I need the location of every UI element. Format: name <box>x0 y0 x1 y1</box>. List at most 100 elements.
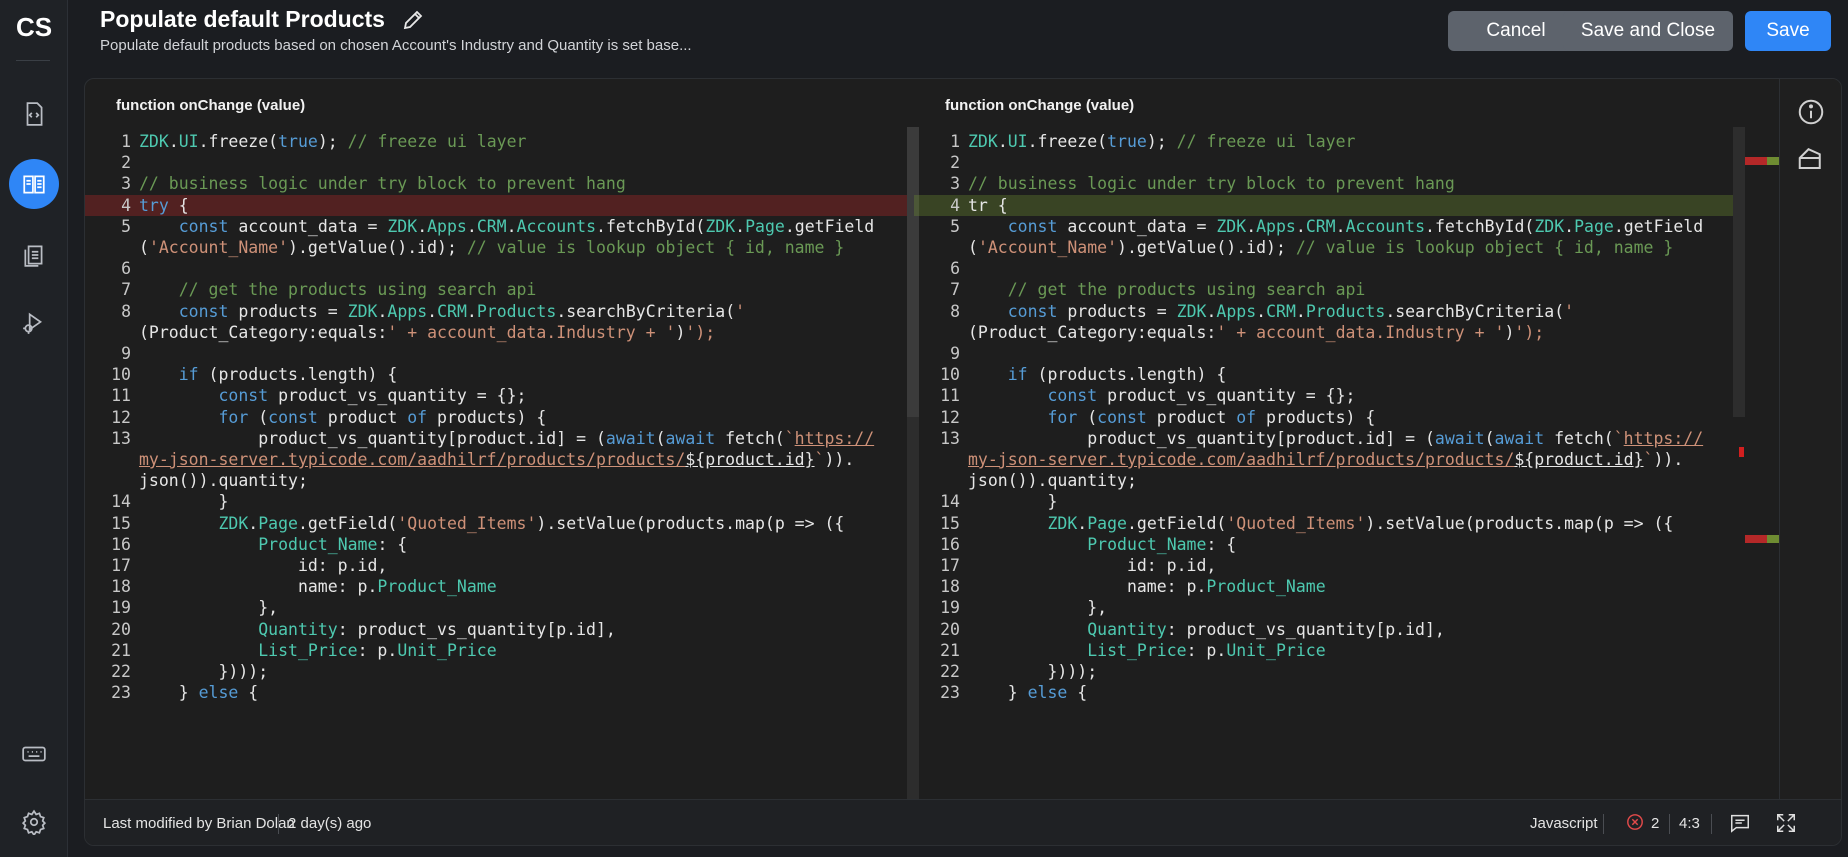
code-line[interactable]: Quantity: product_vs_quantity[p.id], <box>139 619 616 640</box>
code-line[interactable]: my-json-server.typicode.com/aadhilrf/pro… <box>139 449 854 470</box>
line-number: 14 <box>111 492 131 512</box>
line-number: 17 <box>111 556 131 575</box>
info-icon[interactable] <box>1796 97 1826 127</box>
code-line[interactable]: name: p.Product_Name <box>139 576 497 597</box>
line-number: 5 <box>121 216 131 236</box>
line-number <box>85 237 131 258</box>
line-number: 21 <box>940 640 960 660</box>
line-number <box>914 449 960 470</box>
line-number: 4 <box>121 195 131 215</box>
line-number: 15 <box>940 513 960 533</box>
diff-editor: function onChange (value) function onCha… <box>84 78 1842 846</box>
code-line[interactable]: if (products.length) { <box>968 364 1227 385</box>
line-number: 17 <box>940 556 960 575</box>
line-number: 9 <box>950 344 960 363</box>
line-number <box>914 237 960 258</box>
language-mode[interactable]: Javascript <box>1530 815 1598 832</box>
bug-run-icon[interactable] <box>9 298 59 348</box>
code-line[interactable]: product_vs_quantity[product.id] = (await… <box>968 428 1703 449</box>
code-line[interactable]: // business logic under try block to pre… <box>968 173 1455 194</box>
line-number: 18 <box>111 577 131 597</box>
code-line[interactable]: // get the products using search api <box>968 279 1366 300</box>
error-count[interactable]: 2 <box>1651 815 1659 832</box>
code-line[interactable]: Product_Name: { <box>139 534 407 555</box>
line-number: 8 <box>121 301 131 321</box>
code-line[interactable]: ('Account_Name').getValue().id); // valu… <box>968 237 1673 258</box>
code-line[interactable]: } else { <box>968 682 1088 703</box>
code-line[interactable]: ZDK.Page.getField('Quoted_Items').setVal… <box>968 513 1673 534</box>
code-line[interactable]: Product_Name: { <box>968 534 1236 555</box>
save-button[interactable]: Save <box>1745 11 1831 51</box>
code-line[interactable]: }, <box>139 597 278 618</box>
added-line-highlight <box>914 194 1734 216</box>
code-line[interactable]: name: p.Product_Name <box>968 576 1326 597</box>
line-number: 7 <box>950 280 960 300</box>
line-number: 10 <box>111 365 131 385</box>
save-and-close-button[interactable]: Save and Close <box>1563 11 1733 51</box>
code-line[interactable]: // get the products using search api <box>139 279 537 300</box>
documents-icon[interactable] <box>9 230 59 280</box>
code-line[interactable]: tr { <box>968 195 1008 216</box>
error-circle-icon[interactable] <box>1626 813 1644 835</box>
code-line[interactable]: my-json-server.typicode.com/aadhilrf/pro… <box>968 449 1683 470</box>
code-line[interactable]: List_Price: p.Unit_Price <box>968 640 1325 661</box>
line-number: 2 <box>121 153 131 173</box>
fullscreen-icon[interactable] <box>1775 812 1797 838</box>
code-line[interactable]: id: p.id, <box>968 555 1216 576</box>
left-function-header: function onChange (value) <box>116 97 306 114</box>
status-divider <box>1711 814 1712 834</box>
line-number: 13 <box>940 428 960 448</box>
line-number: 12 <box>940 407 960 427</box>
right-scrollbar-thumb[interactable] <box>1733 127 1745 417</box>
keyboard-icon[interactable] <box>9 729 59 779</box>
gear-icon[interactable] <box>9 797 59 847</box>
code-line[interactable]: (Product_Category:equals:' + account_dat… <box>968 322 1544 343</box>
pencil-icon[interactable] <box>401 8 425 32</box>
line-number: 20 <box>940 619 960 639</box>
code-line[interactable]: json()).quantity; <box>139 470 308 491</box>
code-line[interactable]: product_vs_quantity[product.id] = (await… <box>139 428 874 449</box>
eraser-icon[interactable] <box>1796 143 1826 173</box>
code-line[interactable]: const products = ZDK.Apps.CRM.Products.s… <box>968 301 1574 322</box>
comment-icon[interactable] <box>1729 812 1751 838</box>
line-number: 22 <box>111 662 131 681</box>
line-number: 18 <box>940 577 960 597</box>
code-line[interactable]: id: p.id, <box>139 555 387 576</box>
code-line[interactable]: for (const product of products) { <box>139 407 546 428</box>
code-line[interactable]: }, <box>968 597 1107 618</box>
code-line[interactable]: try { <box>139 195 189 216</box>
line-number: 2 <box>950 153 960 173</box>
code-line[interactable]: ('Account_Name').getValue().id); // valu… <box>139 237 844 258</box>
code-line[interactable]: const account_data = ZDK.Apps.CRM.Accoun… <box>968 216 1703 237</box>
line-number: 19 <box>940 598 960 618</box>
code-line[interactable]: const products = ZDK.Apps.CRM.Products.s… <box>139 301 745 322</box>
code-line[interactable]: } <box>968 491 1057 512</box>
code-line[interactable]: (Product_Category:equals:' + account_dat… <box>139 322 715 343</box>
code-line[interactable]: for (const product of products) { <box>968 407 1375 428</box>
book-icon[interactable] <box>9 159 59 209</box>
line-number: 23 <box>111 683 131 703</box>
line-number: 11 <box>940 386 960 406</box>
code-line[interactable]: if (products.length) { <box>139 364 398 385</box>
code-line[interactable]: ZDK.UI.freeze(true); // freeze ui layer <box>968 131 1355 152</box>
code-line[interactable]: const account_data = ZDK.Apps.CRM.Accoun… <box>139 216 874 237</box>
line-number <box>914 470 960 491</box>
code-line[interactable]: json()).quantity; <box>968 470 1137 491</box>
original-code-pane[interactable]: 1 ZDK.UI.freeze(true); // freeze ui layer… <box>85 127 907 799</box>
code-file-icon[interactable] <box>9 89 59 139</box>
code-line[interactable]: ZDK.UI.freeze(true); // freeze ui layer <box>139 131 526 152</box>
code-line[interactable]: } <box>139 491 228 512</box>
code-line[interactable]: const product_vs_quantity = {}; <box>968 385 1355 406</box>
code-line[interactable]: } else { <box>139 682 259 703</box>
line-number: 22 <box>940 662 960 681</box>
code-line[interactable]: const product_vs_quantity = {}; <box>139 385 526 406</box>
cursor-position[interactable]: 4:3 <box>1679 815 1700 832</box>
code-line[interactable]: List_Price: p.Unit_Price <box>139 640 496 661</box>
modified-code-pane[interactable]: 1 ZDK.UI.freeze(true); // freeze ui layer… <box>914 127 1819 799</box>
code-line[interactable]: // business logic under try block to pre… <box>139 173 626 194</box>
code-line[interactable]: }))); <box>139 661 268 682</box>
code-line[interactable]: Quantity: product_vs_quantity[p.id], <box>968 619 1445 640</box>
line-number <box>85 322 131 343</box>
code-line[interactable]: }))); <box>968 661 1097 682</box>
code-line[interactable]: ZDK.Page.getField('Quoted_Items').setVal… <box>139 513 844 534</box>
